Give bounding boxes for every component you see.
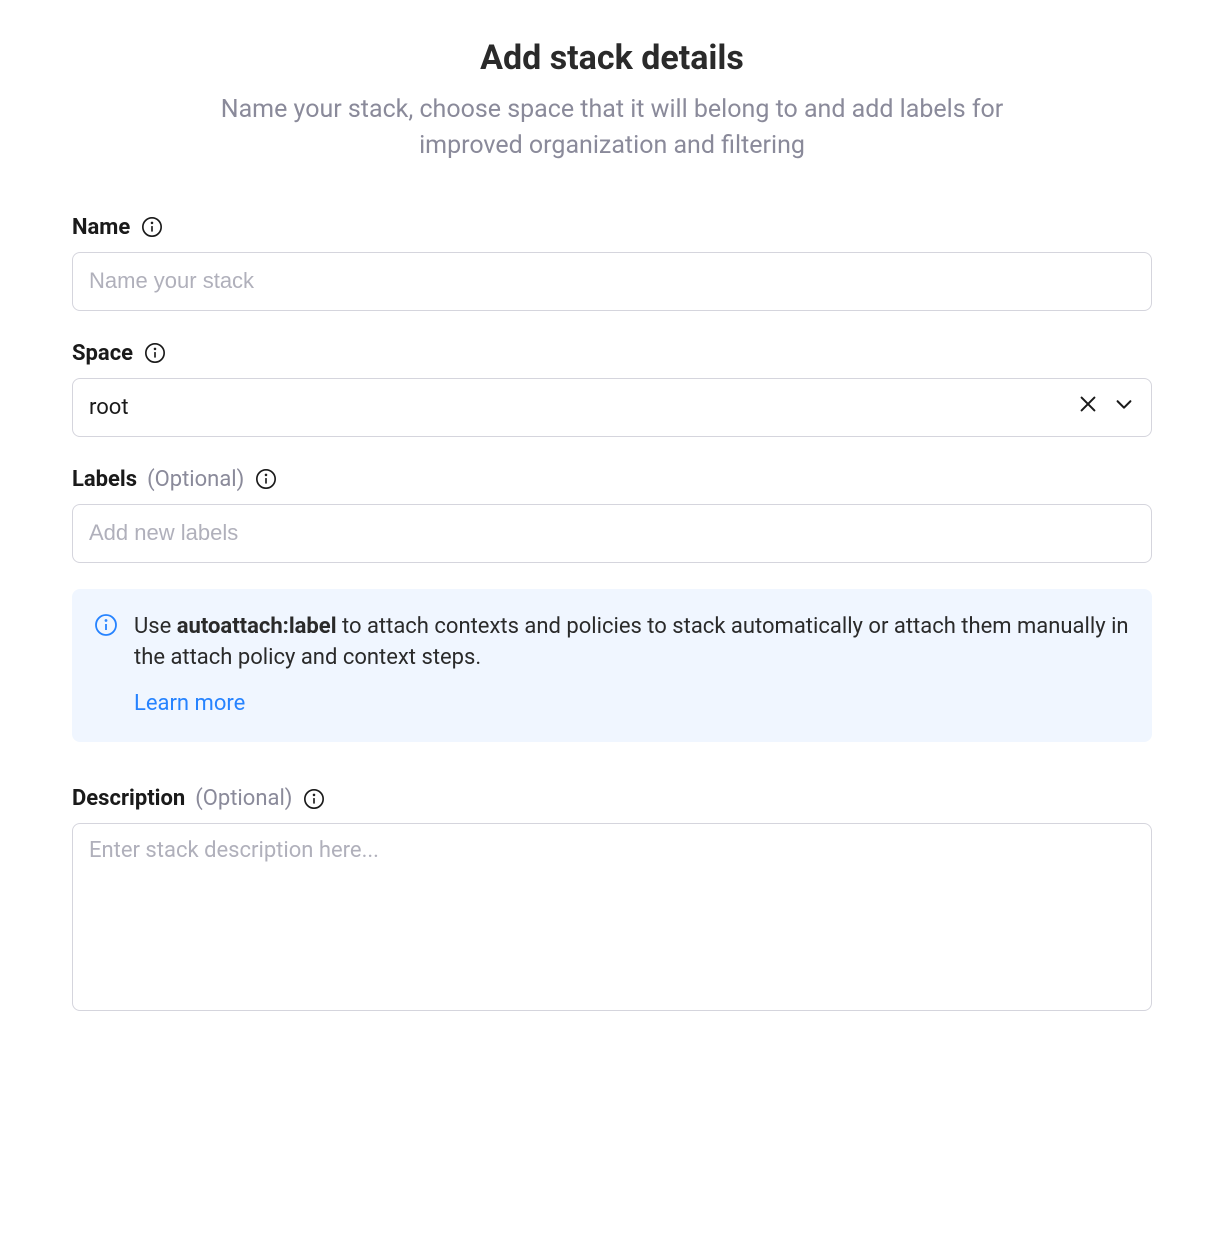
- page-title: Add stack details: [72, 38, 1152, 78]
- description-optional: (Optional): [195, 786, 292, 811]
- info-callout: Use autoattach:label to attach contexts …: [72, 589, 1152, 743]
- space-value: root: [89, 395, 129, 420]
- space-label: Space: [72, 341, 133, 366]
- labels-input[interactable]: [72, 504, 1152, 563]
- info-icon[interactable]: [143, 341, 167, 365]
- space-select[interactable]: root: [72, 378, 1152, 437]
- info-icon[interactable]: [254, 467, 278, 491]
- description-field-group: Description (Optional): [72, 786, 1152, 1015]
- page-header: Add stack details Name your stack, choos…: [72, 38, 1152, 165]
- info-icon[interactable]: [140, 215, 164, 239]
- clear-icon[interactable]: [1077, 393, 1099, 421]
- space-field-group: Space root: [72, 341, 1152, 437]
- labels-label: Labels: [72, 467, 137, 492]
- labels-field-group: Labels (Optional): [72, 467, 1152, 563]
- chevron-down-icon[interactable]: [1113, 393, 1135, 421]
- description-textarea[interactable]: [72, 823, 1152, 1011]
- page-subtitle: Name your stack, choose space that it wi…: [182, 92, 1042, 165]
- callout-text: Use autoattach:label to attach contexts …: [134, 611, 1130, 675]
- info-icon[interactable]: [302, 787, 326, 811]
- name-input[interactable]: [72, 252, 1152, 311]
- learn-more-link[interactable]: Learn more: [134, 691, 245, 716]
- description-label: Description: [72, 786, 185, 811]
- info-icon: [94, 613, 118, 721]
- name-label: Name: [72, 215, 130, 240]
- name-field-group: Name: [72, 215, 1152, 311]
- labels-optional: (Optional): [147, 467, 244, 492]
